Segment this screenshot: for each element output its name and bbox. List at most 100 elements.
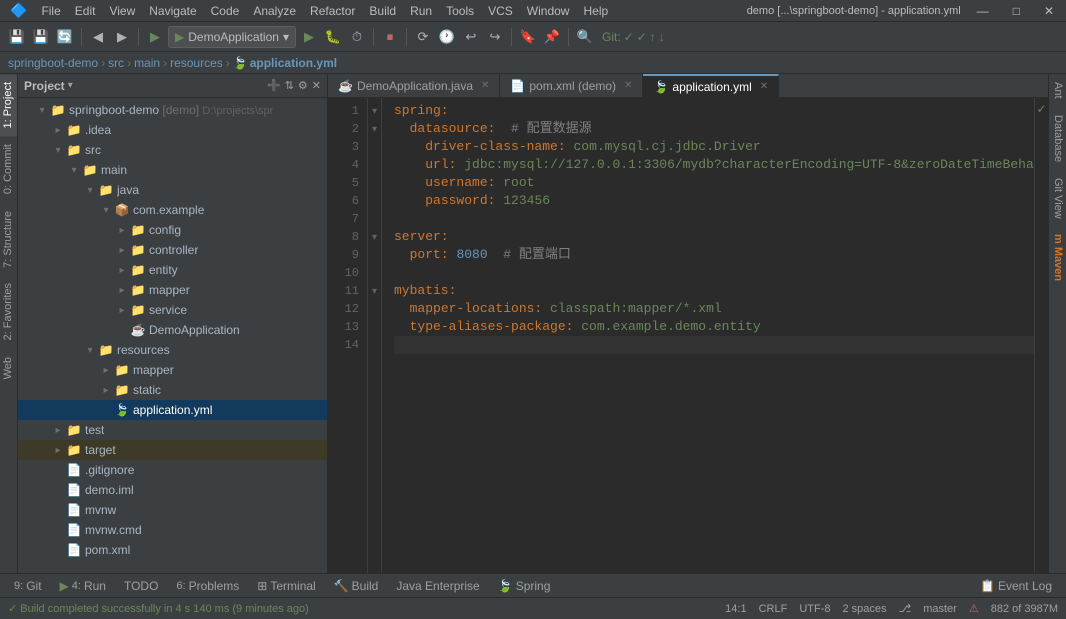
- tree-item-root[interactable]: ▾ 📁 springboot-demo [demo] D:\projects\s…: [18, 100, 327, 120]
- indent-setting[interactable]: 2 spaces: [843, 603, 887, 615]
- menu-analyze[interactable]: Analyze: [247, 2, 302, 20]
- menu-vcs[interactable]: VCS: [482, 2, 519, 20]
- panel-add-btn[interactable]: ➕: [267, 79, 281, 92]
- fold-1[interactable]: ▾: [368, 102, 381, 120]
- tree-item-main[interactable]: ▾ 📁 main: [18, 160, 327, 180]
- tab-close-demoapplication[interactable]: ✕: [481, 80, 489, 91]
- panel-equalizer-btn[interactable]: ⇅: [285, 79, 294, 92]
- toolbar-bookmark-btn[interactable]: 🔖: [517, 26, 539, 48]
- cursor-position[interactable]: 14:1: [725, 603, 746, 615]
- toolbar-history-btn[interactable]: 🕐: [436, 26, 458, 48]
- toolbar-pin-btn[interactable]: 📌: [541, 26, 563, 48]
- tree-item-entity[interactable]: ▸ 📁 entity: [18, 260, 327, 280]
- bottom-tab-run[interactable]: ▶ 4: Run: [52, 577, 114, 595]
- line-ending[interactable]: CRLF: [759, 603, 788, 615]
- breadcrumb-main[interactable]: main: [134, 56, 160, 70]
- minimize-button[interactable]: —: [969, 4, 997, 18]
- menu-view[interactable]: View: [103, 2, 141, 20]
- toolbar-save-all-btn[interactable]: 💾: [30, 26, 52, 48]
- editor-tab-demoapplication[interactable]: ☕ DemoApplication.java ✕: [328, 74, 500, 97]
- memory-indicator[interactable]: 882 of 3987M: [991, 603, 1058, 615]
- tree-item-service[interactable]: ▸ 📁 service: [18, 300, 327, 320]
- toolbar-update-btn[interactable]: ⟳: [412, 26, 434, 48]
- tree-item-target[interactable]: ▸ 📁 target: [18, 440, 327, 460]
- tree-item-gitignore[interactable]: 📄 .gitignore: [18, 460, 327, 480]
- menu-refactor[interactable]: Refactor: [304, 2, 361, 20]
- right-tab-maven[interactable]: m Maven: [1049, 226, 1066, 289]
- tab-close-pomxml[interactable]: ✕: [624, 80, 632, 91]
- project-tree[interactable]: ▾ 📁 springboot-demo [demo] D:\projects\s…: [18, 98, 327, 573]
- tree-item-res-mapper[interactable]: ▸ 📁 mapper: [18, 360, 327, 380]
- bottom-tab-todo[interactable]: TODO: [116, 577, 166, 595]
- tree-item-resources[interactable]: ▾ 📁 resources: [18, 340, 327, 360]
- tree-item-test[interactable]: ▸ 📁 test: [18, 420, 327, 440]
- breadcrumb-project[interactable]: springboot-demo: [8, 56, 98, 70]
- fold-8[interactable]: ▾: [368, 228, 381, 246]
- left-tab-commit[interactable]: 0: Commit: [0, 136, 17, 202]
- tree-item-package[interactable]: ▾ 📦 com.example: [18, 200, 327, 220]
- tree-item-src[interactable]: ▾ 📁 src: [18, 140, 327, 160]
- tree-item-idea[interactable]: ▸ 📁 .idea: [18, 120, 327, 140]
- toolbar-debug-btn[interactable]: 🐛: [322, 26, 344, 48]
- encoding[interactable]: UTF-8: [799, 603, 830, 615]
- editor-tab-pomxml[interactable]: 📄 pom.xml (demo) ✕: [500, 74, 643, 97]
- panel-close-btn[interactable]: ✕: [312, 79, 321, 92]
- tree-item-mapper[interactable]: ▸ 📁 mapper: [18, 280, 327, 300]
- left-tab-web[interactable]: Web: [0, 349, 17, 387]
- breadcrumb-src[interactable]: src: [108, 56, 124, 70]
- left-tab-project[interactable]: 1: Project: [0, 74, 17, 136]
- editor-tab-application-yml[interactable]: 🍃 application.yml ✕: [643, 74, 779, 97]
- tree-item-mvnwcmd[interactable]: 📄 mvnw.cmd: [18, 520, 327, 540]
- bottom-tab-java-enterprise[interactable]: Java Enterprise: [388, 577, 487, 595]
- menu-build[interactable]: Build: [363, 2, 402, 20]
- tree-item-controller[interactable]: ▸ 📁 controller: [18, 240, 327, 260]
- tree-item-demoixml[interactable]: 📄 demo.iml: [18, 480, 327, 500]
- menu-edit[interactable]: Edit: [69, 2, 102, 20]
- bottom-tab-terminal[interactable]: ⊞ Terminal: [249, 577, 323, 595]
- left-tab-structure[interactable]: 7: Structure: [0, 203, 17, 276]
- toolbar-profile-btn[interactable]: ⏱: [346, 26, 368, 48]
- tree-item-demoapplication[interactable]: ☕ DemoApplication: [18, 320, 327, 340]
- event-log-btn[interactable]: 📋 Event Log: [972, 577, 1060, 595]
- run-config-dropdown[interactable]: ▶ DemoApplication ▾: [168, 26, 296, 48]
- toolbar-back-btn[interactable]: ◀: [87, 26, 109, 48]
- right-tab-database[interactable]: Database: [1049, 107, 1066, 170]
- git-branch[interactable]: master: [923, 603, 957, 615]
- menu-window[interactable]: Window: [521, 2, 576, 20]
- menu-run[interactable]: Run: [404, 2, 438, 20]
- toolbar-run-btn[interactable]: ▶: [298, 26, 320, 48]
- menu-navigate[interactable]: Navigate: [143, 2, 202, 20]
- right-tab-gitview[interactable]: Git View: [1049, 170, 1066, 227]
- left-tab-favorites[interactable]: 2: Favorites: [0, 275, 17, 348]
- code-editor[interactable]: spring: datasource: # 配置数据源 driver-class…: [382, 98, 1034, 573]
- menu-help[interactable]: Help: [577, 2, 614, 20]
- tab-close-application-yml[interactable]: ✕: [760, 81, 768, 92]
- menu-code[interactable]: Code: [205, 2, 246, 20]
- toolbar-build-btn[interactable]: ▶: [144, 26, 166, 48]
- breadcrumb-resources[interactable]: resources: [170, 56, 223, 70]
- close-button[interactable]: ✕: [1036, 4, 1062, 18]
- toolbar-undo-btn[interactable]: ↩: [460, 26, 482, 48]
- fold-11[interactable]: ▾: [368, 282, 381, 300]
- toolbar-stop-btn[interactable]: ⏹: [379, 26, 401, 48]
- fold-2[interactable]: ▾: [368, 120, 381, 138]
- tree-item-static[interactable]: ▸ 📁 static: [18, 380, 327, 400]
- toolbar-sync-btn[interactable]: 🔄: [54, 26, 76, 48]
- maximize-button[interactable]: □: [1005, 4, 1028, 18]
- toolbar-redo-btn[interactable]: ↪: [484, 26, 506, 48]
- panel-settings-btn[interactable]: ⚙: [298, 79, 308, 92]
- bottom-tab-spring[interactable]: 🍃 Spring: [490, 577, 559, 595]
- tree-item-java[interactable]: ▾ 📁 java: [18, 180, 327, 200]
- menu-tools[interactable]: Tools: [440, 2, 480, 20]
- menu-file[interactable]: File: [35, 2, 66, 20]
- tree-item-config[interactable]: ▸ 📁 config: [18, 220, 327, 240]
- tree-item-application-yml[interactable]: 🍃 application.yml: [18, 400, 327, 420]
- toolbar-forward-btn[interactable]: ▶: [111, 26, 133, 48]
- tree-item-mvnw[interactable]: 📄 mvnw: [18, 500, 327, 520]
- tree-item-pomxml[interactable]: 📄 pom.xml: [18, 540, 327, 560]
- bottom-tab-build[interactable]: 🔨 Build: [326, 577, 387, 595]
- bottom-tab-problems[interactable]: 6: Problems: [168, 577, 247, 595]
- bottom-tab-git[interactable]: 9: Git: [6, 577, 50, 595]
- toolbar-search-btn[interactable]: 🔍: [574, 26, 596, 48]
- toolbar-save-btn[interactable]: 💾: [6, 26, 28, 48]
